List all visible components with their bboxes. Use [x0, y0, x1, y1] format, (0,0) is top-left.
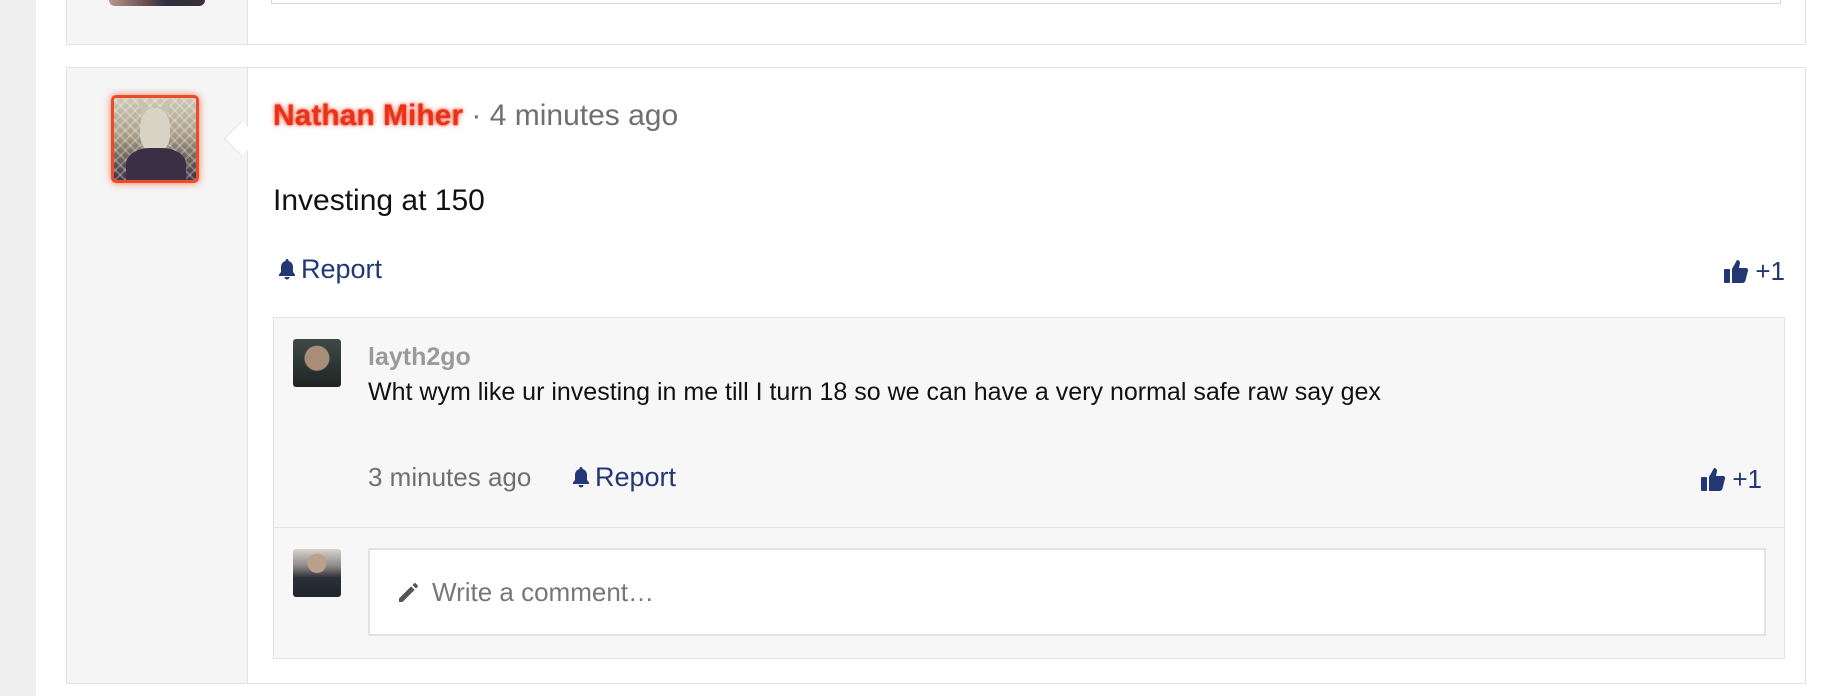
- reply-body: Wht wym like ur investing in me till I t…: [368, 378, 1381, 406]
- reply-report-label: Report: [595, 462, 677, 492]
- previous-post-avatar[interactable]: [109, 0, 205, 6]
- pencil-icon: [399, 583, 418, 602]
- post-like-count: +1: [1755, 256, 1785, 286]
- post-body: Investing at 150: [273, 184, 485, 217]
- previous-post-avatar-column: [67, 0, 248, 44]
- bell-icon: [279, 259, 295, 280]
- previous-post: [66, 0, 1806, 45]
- reply-like-button[interactable]: +1: [1700, 461, 1762, 497]
- replies-section: layth2go Wht wym like ur investing in me…: [273, 317, 1785, 659]
- thumbs-up-icon: [1724, 260, 1749, 283]
- reply-timestamp[interactable]: 3 minutes ago: [368, 459, 531, 495]
- post-card: Nathan Miher · 4 minutes ago Investing a…: [66, 67, 1806, 684]
- reply-report-link[interactable]: Report: [571, 459, 676, 495]
- post-header: Nathan Miher · 4 minutes ago: [273, 96, 678, 136]
- comment-placeholder: Write a comment…: [432, 576, 655, 607]
- post-author-link[interactable]: Nathan Miher: [273, 99, 463, 132]
- author-avatar[interactable]: [111, 95, 199, 183]
- reply-like-count: +1: [1732, 464, 1762, 494]
- thumbs-up-icon: [1701, 468, 1726, 491]
- reply-author-link[interactable]: layth2go: [368, 340, 471, 374]
- reply-author-avatar[interactable]: [293, 339, 341, 387]
- post-report-link[interactable]: Report: [277, 251, 382, 287]
- bell-icon: [573, 467, 589, 488]
- post-avatar-column: [67, 68, 248, 683]
- post-timestamp[interactable]: 4 minutes ago: [490, 99, 678, 132]
- divider: [274, 527, 1784, 528]
- header-separator: ·: [471, 99, 482, 132]
- page-gutter: [0, 0, 36, 696]
- comment-input[interactable]: Write a comment…: [368, 548, 1766, 636]
- post-report-label: Report: [301, 254, 383, 284]
- previous-post-comment-box: [271, 0, 1781, 4]
- current-user-avatar: [293, 549, 341, 597]
- post-like-button[interactable]: +1: [1723, 253, 1785, 289]
